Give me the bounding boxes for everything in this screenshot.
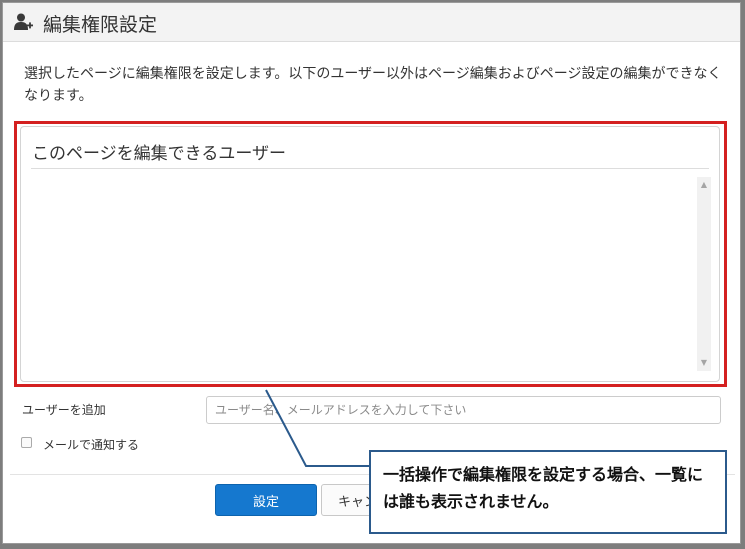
panel-title: このページを編集できるユーザー: [32, 144, 286, 164]
dialog-titlebar: 編集権限設定: [3, 3, 740, 42]
scroll-up-icon[interactable]: ▲: [697, 179, 711, 191]
panel-divider: [31, 168, 709, 169]
notify-label[interactable]: メールで通知する: [43, 436, 139, 453]
notify-checkbox[interactable]: [21, 437, 32, 448]
scroll-down-icon[interactable]: ▼: [697, 357, 711, 369]
confirm-button[interactable]: 設定: [215, 484, 317, 516]
add-user-input[interactable]: [206, 396, 721, 424]
annotation-callout: 一括操作で編集権限を設定する場合、一覧には誰も表示されません。: [369, 450, 727, 534]
dialog-description: 選択したページに編集権限を設定します。以下のユーザー以外はページ編集およびページ…: [24, 66, 722, 104]
editor-users-panel: このページを編集できるユーザー ▲ ▼: [20, 126, 720, 382]
add-user-label: ユーザーを追加: [22, 403, 106, 417]
user-plus-icon: [14, 13, 33, 30]
user-list-scrollbar[interactable]: ▲ ▼: [697, 177, 711, 371]
dialog-title: 編集権限設定: [43, 14, 158, 36]
